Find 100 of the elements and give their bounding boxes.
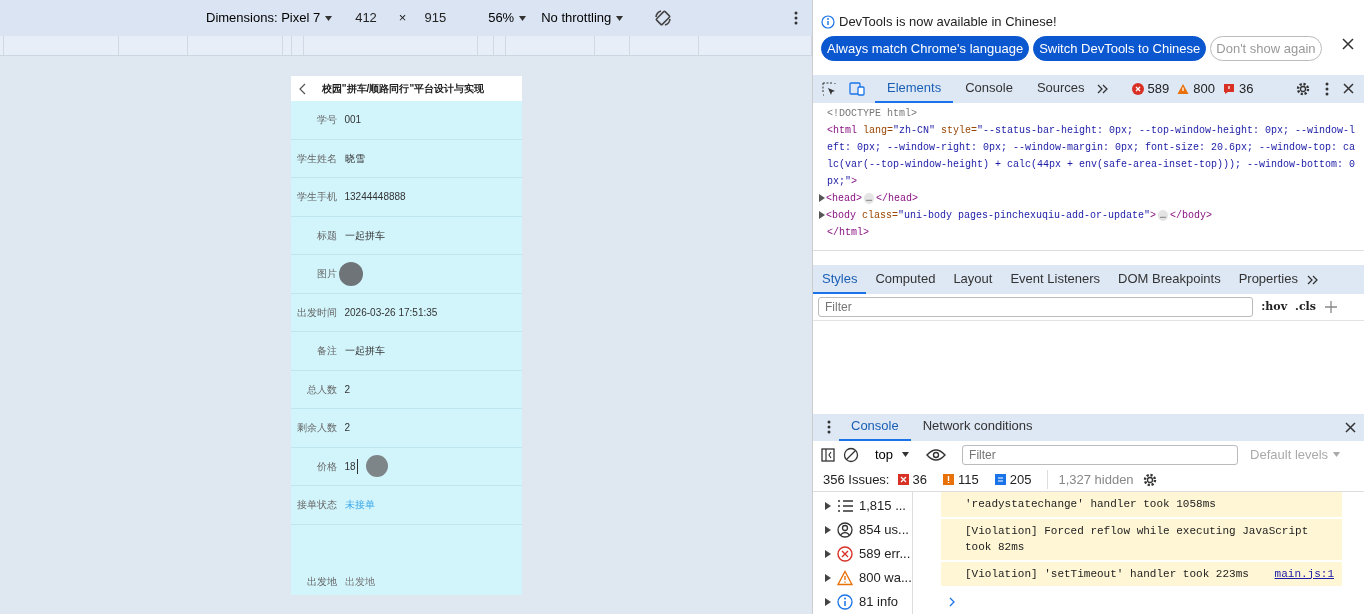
info-icon	[821, 14, 835, 29]
settings-icon[interactable]	[1141, 471, 1158, 488]
close-icon[interactable]	[1343, 83, 1354, 95]
touch-cursor	[365, 455, 388, 478]
dom-node-line[interactable]: </html>	[827, 223, 1356, 241]
prompt-icon[interactable]	[949, 596, 956, 607]
styles-tab[interactable]: Layout	[944, 265, 1002, 294]
hov-toggle[interactable]: :hov	[1261, 298, 1288, 316]
issue-info-count: 205	[1009, 470, 1032, 489]
issue-error-icon	[897, 474, 909, 486]
styles-tab[interactable]: Event Listeners	[1001, 265, 1110, 294]
sidebar-item[interactable]: 854 us...	[825, 518, 912, 542]
settings-icon[interactable]	[1295, 80, 1311, 97]
caret-icon	[1332, 451, 1342, 459]
field-value: 2	[344, 382, 351, 397]
panel-tab[interactable]: Elements	[875, 74, 954, 103]
zoom-dropdown[interactable]: 56%	[488, 8, 528, 28]
field-label: 出发时间	[295, 305, 337, 320]
console-message: 'readystatechange' handler took 1058ms	[965, 497, 1216, 512]
caret-icon	[901, 451, 911, 459]
dom-node-line[interactable]: <html lang="zh-CN" style="--status-bar-height: 0px; --top-window-height: 0px; --window-left: 0px; --window-right: 0px; --window-margin: 0px; font-size: 20.6px; --window-top: calc(var(--top-window-height) + calc(44px + env(safe-area-inset-top))); --window-bottom: 0px;">	[827, 121, 1356, 190]
more-icon[interactable]	[1325, 81, 1329, 96]
page-title: 校园"拼车/顺路同行"平台设计与实现	[320, 82, 486, 96]
issue-error-count: 36	[912, 470, 927, 489]
field-value: 一起拼车	[344, 344, 385, 359]
error-icon	[1131, 82, 1144, 95]
list-icon	[837, 498, 853, 514]
console-filter-field[interactable]: Filter	[962, 444, 1239, 465]
styles-tab[interactable]: DOM Breakpoints	[1109, 265, 1230, 294]
departure-field[interactable]: 出发地	[344, 573, 375, 589]
field-label: 出发地	[305, 574, 337, 589]
language-button[interactable]: Switch DevTools to Chinese	[1033, 35, 1207, 61]
console-message: [Violation] Forced reflow while executing JavaScript took 82ms	[965, 523, 1310, 555]
field-label: 备注	[315, 344, 337, 359]
panel-tab[interactable]: Sources	[1024, 74, 1097, 103]
width-field[interactable]: 412	[347, 8, 385, 28]
field-label: 学生姓名	[295, 151, 337, 166]
drawer-tab[interactable]: Network conditions	[910, 413, 1045, 442]
clear-icon[interactable]	[843, 446, 859, 463]
expand-arrow-icon	[825, 598, 831, 606]
times-sign: ×	[398, 9, 407, 28]
issue-info-icon	[994, 474, 1006, 486]
error-icon	[837, 546, 853, 562]
panel-tab[interactable]: Console	[953, 74, 1025, 103]
close-icon[interactable]	[1345, 421, 1356, 433]
field-label: 学生手机	[295, 190, 337, 205]
field-label: 学号	[315, 113, 337, 128]
device-icon[interactable]	[849, 81, 865, 96]
more-tabs-icon[interactable]	[1096, 83, 1108, 94]
caret-icon	[615, 14, 625, 22]
sidebar-item[interactable]: 1,815 ...	[825, 494, 912, 518]
throttling-dropdown[interactable]: No throttling	[541, 8, 625, 28]
field-label: 总人数	[305, 382, 337, 397]
device-dropdown[interactable]: Dimensions: Pixel 7	[206, 8, 334, 28]
drawer-tab[interactable]: Console	[839, 413, 911, 442]
sidebar-item[interactable]: 589 err...	[825, 542, 912, 566]
more-tabs-icon[interactable]	[1306, 274, 1318, 285]
height-field[interactable]: 915	[420, 8, 451, 28]
filter-field[interactable]: Filter	[818, 296, 1254, 317]
dom-node-line[interactable]: <!DOCTYPE html>	[827, 104, 1356, 122]
sidebar-toggle-icon[interactable]	[821, 447, 835, 462]
styles-tab[interactable]: Computed	[866, 265, 945, 294]
more-icon[interactable]	[827, 420, 831, 435]
issue-warning-count: 115	[957, 470, 979, 489]
eye-icon[interactable]	[926, 448, 947, 461]
info-icon	[837, 594, 853, 610]
caret-icon	[518, 14, 528, 22]
cls-toggle[interactable]: .cls	[1295, 298, 1316, 316]
source-link[interactable]: main.js:1	[1274, 565, 1334, 582]
field-value: 13244448888	[344, 190, 406, 205]
field-label: 标题	[315, 228, 337, 243]
styles-tab[interactable]: Styles	[813, 265, 867, 294]
close-icon[interactable]	[1342, 38, 1354, 50]
photo-placeholder	[338, 261, 363, 286]
price-field[interactable]: 18	[344, 458, 358, 474]
field-value: 2	[344, 421, 351, 436]
sidebar-item[interactable]: 800 wa...	[825, 566, 912, 590]
context-dropdown[interactable]: top	[867, 443, 919, 466]
caret-icon	[324, 14, 334, 22]
warning-count: 800	[1193, 79, 1215, 98]
console-message: [Violation] 'setTimeout' handler took 223ms	[965, 566, 1249, 582]
expand-arrow-icon	[825, 526, 831, 534]
back-icon[interactable]	[298, 82, 307, 95]
more-icon[interactable]	[794, 11, 798, 25]
rotate-icon[interactable]	[654, 9, 673, 27]
user-icon	[837, 522, 853, 538]
field-label: 图片	[315, 267, 337, 282]
dom-node-line[interactable]: <body class="uni-body pages-pinchexuqiu-add-or-update"> … </body>	[827, 206, 1356, 224]
dom-node-line[interactable]: <head> … </head>	[827, 189, 1356, 207]
language-button[interactable]: Always match Chrome's language	[821, 35, 1030, 61]
inspect-icon[interactable]	[821, 80, 837, 97]
hidden-count: 1,327 hidden	[1047, 469, 1134, 490]
status-value: 未接单	[344, 498, 375, 513]
field-value: 一起拼车	[344, 228, 385, 243]
issue-count: 36	[1239, 79, 1254, 98]
expand-arrow-icon	[825, 574, 831, 582]
expand-arrow-icon	[825, 550, 831, 558]
sidebar-item[interactable]: 81 info	[825, 590, 912, 614]
field-value: 2026-03-26 17:51:35	[344, 305, 438, 320]
styles-tab[interactable]: Properties	[1229, 265, 1307, 294]
